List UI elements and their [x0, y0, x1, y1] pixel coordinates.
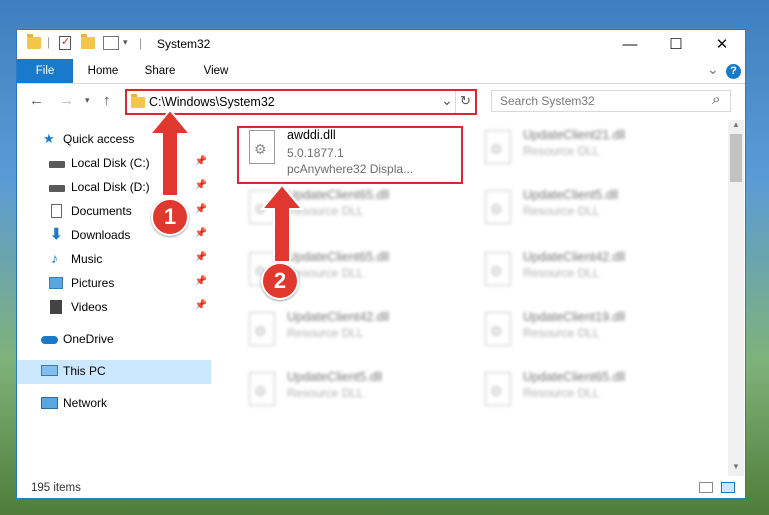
arrow-1 [147, 108, 193, 197]
step-2-badge: 2 [261, 262, 299, 300]
arrow-2 [259, 183, 305, 263]
annotation-arrows [147, 108, 305, 263]
step-1-badge: 1 [151, 198, 189, 236]
